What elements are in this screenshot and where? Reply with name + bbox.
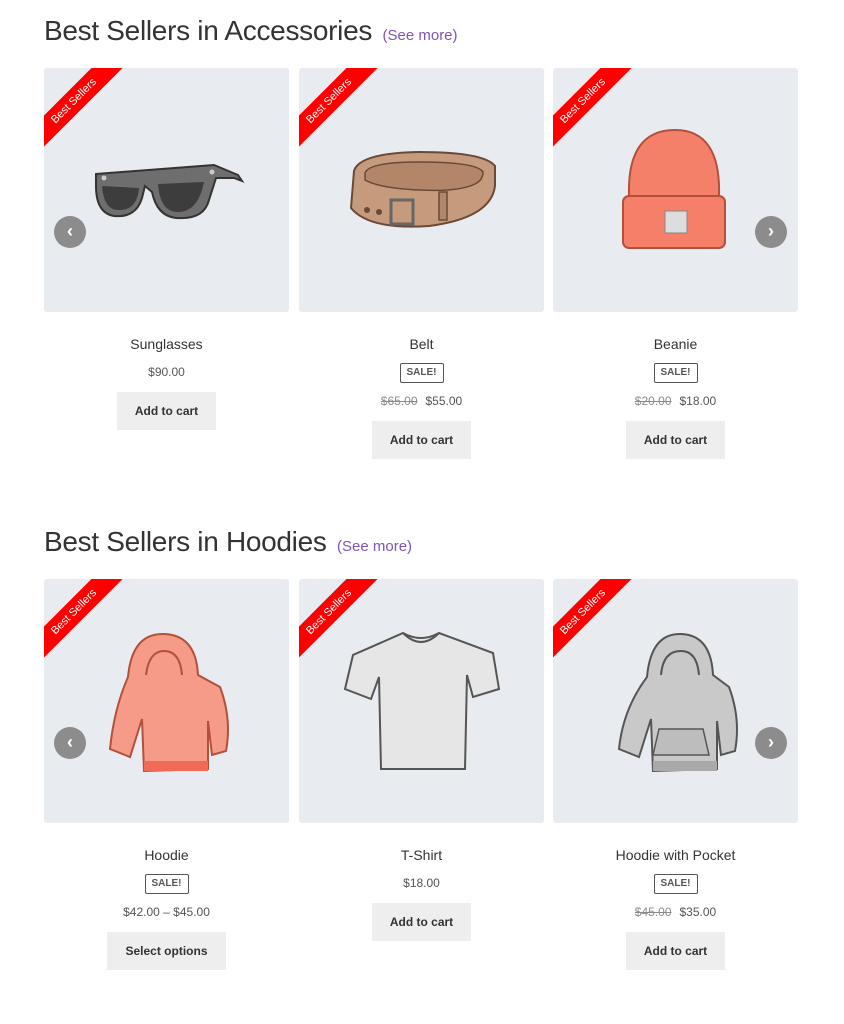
add-to-cart-button[interactable]: Add to cart (371, 421, 472, 459)
carousel-prev-button[interactable]: ‹ (54, 727, 86, 759)
sale-badge: SALE! (399, 363, 444, 383)
chevron-left-icon: ‹ (67, 732, 73, 752)
chevron-left-icon: ‹ (67, 221, 73, 241)
original-price: $65.00 (380, 394, 418, 408)
section-title: Best Sellers in Accessories (44, 15, 373, 46)
product-price: $65.00 $55.00 (299, 393, 544, 409)
sale-badge: SALE! (653, 363, 698, 383)
product-price: $42.00 – $45.00 (44, 904, 289, 920)
add-to-cart-button[interactable]: Add to cart (371, 903, 472, 941)
current-price: $18.00 (403, 876, 440, 890)
current-price: $18.00 (679, 394, 717, 408)
current-price: $35.00 (679, 905, 717, 919)
sale-badge: SALE! (653, 874, 698, 894)
product-title[interactable]: Sunglasses (44, 335, 289, 353)
product-card-hoodie-with-pocket[interactable]: Best Sellers Hoodie with Pocket SALE! $4… (553, 579, 798, 970)
product-card-sunglasses[interactable]: Best Sellers Sunglasses $90.00 Add to ca… (44, 68, 289, 430)
carousel-prev-button[interactable]: ‹ (54, 216, 86, 248)
original-price: $45.00 (634, 905, 672, 919)
select-options-button[interactable]: Select options (107, 932, 226, 970)
add-to-cart-button[interactable]: Add to cart (116, 392, 217, 430)
product-price: $90.00 (44, 364, 289, 380)
product-title[interactable]: Hoodie (44, 846, 289, 864)
carousel-next-button[interactable]: › (755, 727, 787, 759)
original-price: $20.00 (634, 394, 672, 408)
section-heading: Best Sellers in Hoodies (See more) (44, 526, 412, 558)
product-image[interactable]: Best Sellers (553, 68, 798, 312)
product-price: $20.00 $18.00 (553, 393, 798, 409)
product-card-hoodie[interactable]: Best Sellers Hoodie SALE! $42.00 – $45.0… (44, 579, 289, 970)
product-title[interactable]: T-Shirt (299, 846, 544, 864)
add-to-cart-button[interactable]: Add to cart (625, 421, 726, 459)
product-card-belt[interactable]: Best Sellers Belt SALE! $65.00 $55.00 Add… (299, 68, 544, 459)
product-image[interactable]: Best Sellers (299, 579, 544, 823)
product-title[interactable]: Belt (299, 335, 544, 353)
see-more-link[interactable]: (See more) (383, 27, 458, 44)
add-to-cart-button[interactable]: Add to cart (625, 932, 726, 970)
current-price: $55.00 (425, 394, 463, 408)
chevron-right-icon: › (768, 221, 774, 241)
section-title: Best Sellers in Hoodies (44, 526, 327, 557)
see-more-link[interactable]: (See more) (337, 538, 412, 555)
product-card-tshirt[interactable]: Best Sellers T-Shirt $18.00 Add to cart (299, 579, 544, 941)
chevron-right-icon: › (768, 732, 774, 752)
product-image[interactable]: Best Sellers (44, 579, 289, 823)
product-price: $18.00 (299, 875, 544, 891)
current-price: $90.00 (148, 365, 185, 379)
carousel-next-button[interactable]: › (755, 216, 787, 248)
product-image[interactable]: Best Sellers (299, 68, 544, 312)
product-card-beanie[interactable]: Best Sellers Beanie SALE! $20.00 $18.00 A… (553, 68, 798, 459)
product-title[interactable]: Hoodie with Pocket (553, 846, 798, 864)
current-price: $42.00 – $45.00 (123, 905, 210, 919)
product-title[interactable]: Beanie (553, 335, 798, 353)
product-price: $45.00 $35.00 (553, 904, 798, 920)
section-heading: Best Sellers in Accessories (See more) (44, 15, 458, 47)
sale-badge: SALE! (144, 874, 189, 894)
product-image[interactable]: Best Sellers (44, 68, 289, 312)
product-image[interactable]: Best Sellers (553, 579, 798, 823)
